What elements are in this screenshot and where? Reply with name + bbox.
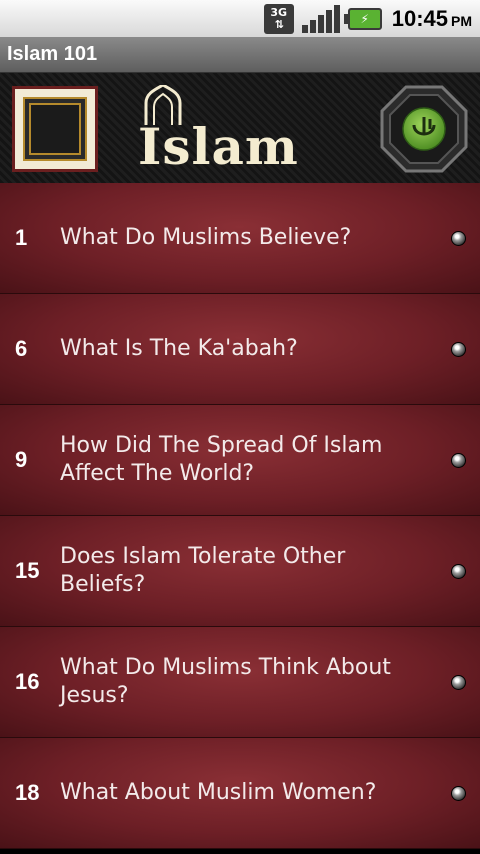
list-item[interactable]: 1 What Do Muslims Believe? (0, 183, 480, 294)
network-type-label: 3G (270, 5, 288, 19)
bullet-icon (451, 785, 466, 801)
item-number: 1 (15, 225, 28, 250)
list-item[interactable]: 9 How Did The Spread Of Islam Affect The… (0, 405, 480, 516)
status-bar: 3G ⇅ ⚡ 10:45 PM (0, 0, 480, 37)
list-item[interactable]: 18 What About Muslim Women? (0, 738, 480, 849)
clock-ampm: PM (451, 12, 472, 29)
item-title: How Did The Spread Of Islam Affect The W… (60, 433, 383, 486)
baqa-logo-icon (380, 85, 468, 173)
list-item[interactable]: 16 What Do Muslims Think About Jesus? (0, 627, 480, 738)
list-item[interactable]: 15 Does Islam Tolerate Other Beliefs? (0, 516, 480, 627)
item-title: What Is The Ka'abah? (60, 336, 298, 361)
item-title: What About Muslim Women? (60, 780, 377, 805)
bullet-icon (451, 563, 466, 579)
banner-title: Islam 101 (138, 117, 299, 236)
item-number: 18 (15, 780, 40, 805)
list-item[interactable]: 6 What Is The Ka'abah? (0, 294, 480, 405)
item-number: 9 (15, 447, 28, 472)
item-title: What Do Muslims Believe? (60, 225, 352, 250)
bullet-icon (451, 674, 466, 690)
network-3g-icon: 3G ⇅ (263, 3, 294, 34)
bullet-icon (451, 452, 466, 468)
article-list: 1 What Do Muslims Believe? 6 What Is The… (0, 183, 480, 849)
signal-strength-icon (301, 4, 340, 33)
item-number: 15 (15, 558, 40, 583)
item-title: Does Islam Tolerate Other Beliefs? (60, 544, 346, 597)
app-title-bar: Islam 101 (0, 37, 480, 73)
bullet-icon (451, 341, 466, 357)
item-number: 6 (15, 336, 28, 361)
battery-charging-icon: ⚡ (343, 7, 382, 30)
header-banner: Islam 101 (0, 73, 480, 236)
clock: 10:45 PM (392, 6, 472, 32)
item-title: What Do Muslims Think About Jesus? (60, 655, 391, 708)
kaaba-image (12, 86, 98, 172)
app-title: Islam 101 (7, 43, 98, 65)
bullet-icon (451, 230, 466, 246)
item-number: 16 (15, 669, 40, 694)
clock-time: 10:45 (391, 5, 448, 31)
